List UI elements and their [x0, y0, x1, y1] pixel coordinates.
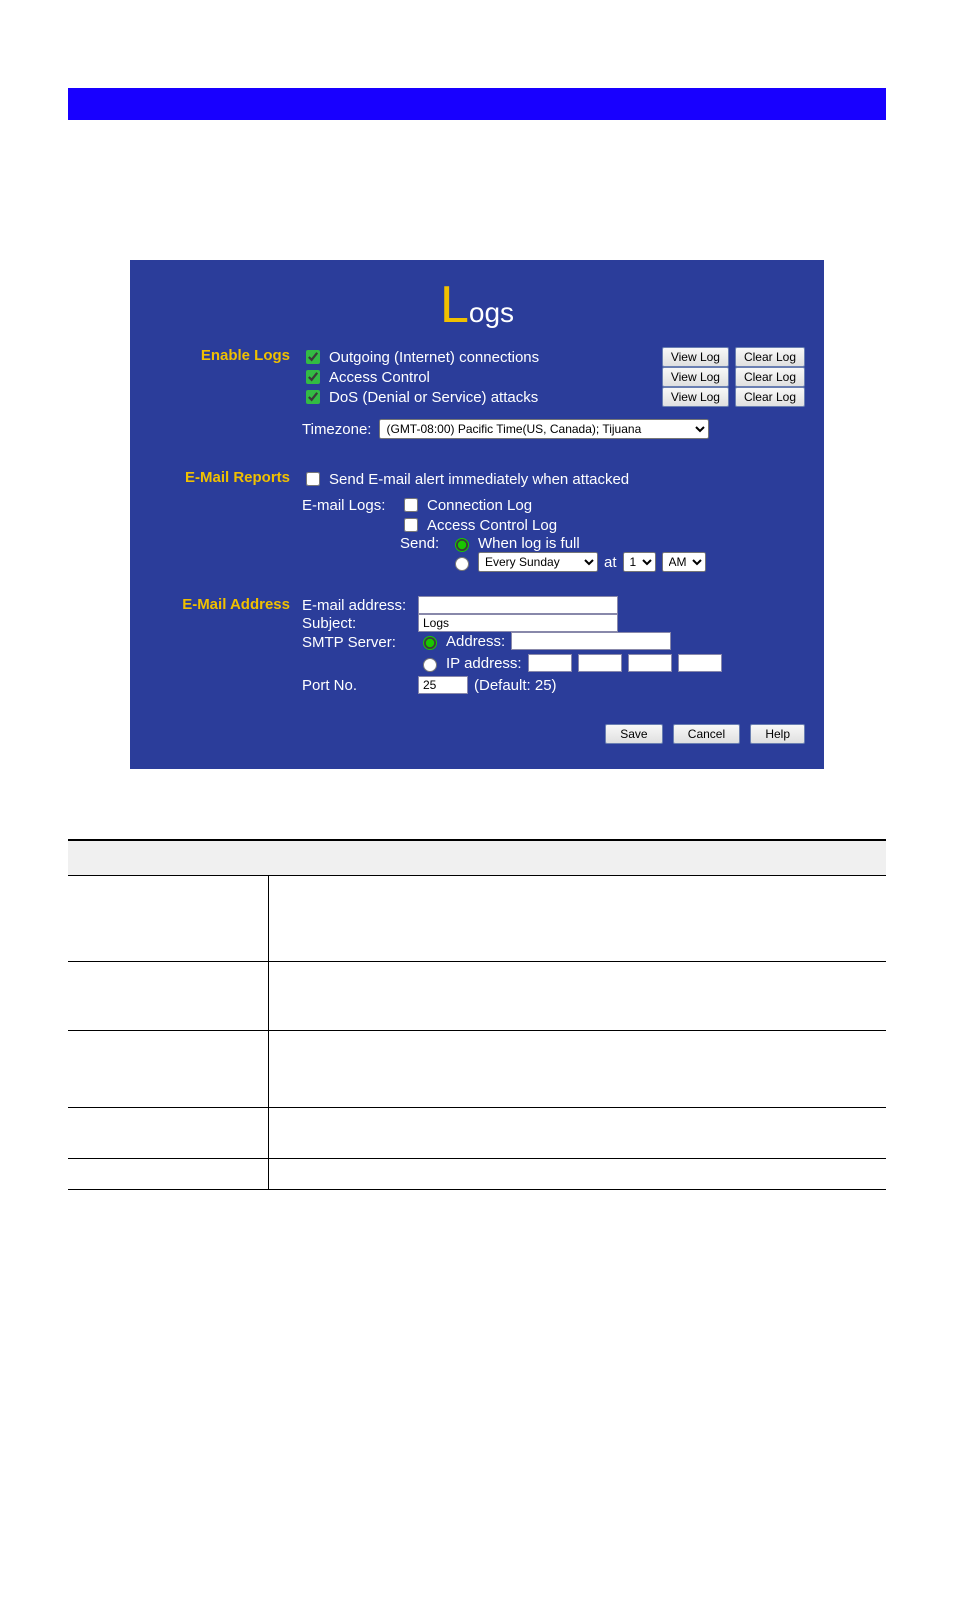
send-label: Send:: [400, 535, 444, 552]
table-row: [68, 1108, 886, 1159]
schedule-row: Every Sunday at 1 AM: [450, 552, 805, 572]
smtp-row: SMTP Server: Address: IP address:: [302, 632, 805, 672]
conn-log-label: Connection Log: [427, 497, 532, 514]
table-cell-left: [68, 1031, 269, 1108]
log-row-dos: DoS (Denial or Service) attacks View Log…: [302, 387, 805, 407]
smtp-ip-label: IP address:: [446, 655, 522, 672]
email-logs-label: E-mail Logs:: [302, 497, 394, 514]
alert-row: Send E-mail alert immediately when attac…: [302, 469, 805, 489]
dos-viewlog-button[interactable]: View Log: [662, 387, 729, 407]
cancel-button[interactable]: Cancel: [673, 724, 740, 744]
email-logs-row: E-mail Logs: Connection Log: [302, 495, 805, 515]
access-log-row: Access Control Log: [400, 515, 805, 535]
log-row-outgoing: Outgoing (Internet) connections View Log…: [302, 347, 805, 367]
timezone-label: Timezone:: [302, 421, 371, 438]
ip-octet-3[interactable]: [628, 654, 672, 672]
access-clearlog-button[interactable]: Clear Log: [735, 367, 805, 387]
dos-checkbox[interactable]: [306, 390, 320, 404]
help-button[interactable]: Help: [750, 724, 805, 744]
dos-clearlog-button[interactable]: Clear Log: [735, 387, 805, 407]
title-rest: ogs: [469, 297, 514, 328]
logs-panel: Logs Enable Logs Outgoing (Internet) con…: [130, 260, 824, 769]
email-field[interactable]: [418, 596, 618, 614]
email-addr-label: E-mail address:: [302, 597, 412, 614]
logs-config-panel-figure: Logs Enable Logs Outgoing (Internet) con…: [130, 260, 824, 769]
port-default-label: (Default: 25): [474, 677, 557, 694]
smtp-address-label: Address:: [446, 633, 505, 650]
title-big-letter: L: [440, 279, 469, 331]
subject-label: Subject:: [302, 615, 412, 632]
table-header: [68, 841, 886, 876]
email-addr-row: E-mail address:: [302, 596, 805, 614]
outgoing-viewlog-button[interactable]: View Log: [662, 347, 729, 367]
table-cell-right: [269, 1031, 887, 1108]
table-cell-left: [68, 1159, 269, 1190]
ip-octet-2[interactable]: [578, 654, 622, 672]
subject-row: Subject:: [302, 614, 805, 632]
schedule-hour-select[interactable]: 1: [623, 552, 656, 572]
top-header-bar: [68, 88, 886, 120]
layout-table: Enable Logs Outgoing (Internet) connecti…: [149, 345, 805, 696]
smtp-ip-radio[interactable]: [423, 658, 437, 672]
table-cell-right: [269, 1159, 887, 1190]
when-full-radio[interactable]: [455, 538, 469, 552]
access-viewlog-button[interactable]: View Log: [662, 367, 729, 387]
enable-logs-heading: Enable Logs: [149, 345, 302, 447]
schedule-ampm-select[interactable]: AM: [662, 552, 706, 572]
at-label: at: [604, 554, 617, 571]
outgoing-checkbox[interactable]: [306, 350, 320, 364]
data-table: [68, 839, 886, 1190]
save-button[interactable]: Save: [605, 724, 662, 744]
ip-octet-4[interactable]: [678, 654, 722, 672]
smtp-label: SMTP Server:: [302, 632, 412, 651]
page-title: Logs: [149, 279, 805, 331]
table-cell-right: [269, 962, 887, 1031]
log-row-access: Access Control View Log Clear Log: [302, 367, 805, 387]
smtp-address-radio[interactable]: [423, 636, 437, 650]
table-cell-left: [68, 1108, 269, 1159]
schedule-radio[interactable]: [455, 557, 469, 571]
access-log-checkbox[interactable]: [404, 518, 418, 532]
port-row: Port No. (Default: 25): [302, 676, 805, 694]
alert-label: Send E-mail alert immediately when attac…: [329, 471, 629, 488]
access-label: Access Control: [329, 369, 656, 386]
email-reports-heading: E-Mail Reports: [149, 467, 302, 574]
table-cell-right: [269, 1108, 887, 1159]
table-row: [68, 1031, 886, 1108]
table-cell-right: [269, 876, 887, 962]
table-cell-left: [68, 876, 269, 962]
port-field[interactable]: [418, 676, 468, 694]
conn-log-checkbox[interactable]: [404, 498, 418, 512]
table-row: [68, 1159, 886, 1190]
timezone-select[interactable]: (GMT-08:00) Pacific Time(US, Canada); Ti…: [379, 419, 709, 439]
dos-label: DoS (Denial or Service) attacks: [329, 389, 656, 406]
access-checkbox[interactable]: [306, 370, 320, 384]
when-full-label: When log is full: [478, 535, 580, 552]
send-row: Send: When log is full: [400, 535, 805, 552]
action-buttons: Save Cancel Help: [149, 724, 805, 744]
outgoing-clearlog-button[interactable]: Clear Log: [735, 347, 805, 367]
port-label: Port No.: [302, 677, 412, 694]
table-cell-left: [68, 962, 269, 1031]
smtp-address-field[interactable]: [511, 632, 671, 650]
subject-field[interactable]: [418, 614, 618, 632]
table-row: [68, 876, 886, 962]
ip-octet-1[interactable]: [528, 654, 572, 672]
alert-checkbox[interactable]: [306, 472, 320, 486]
access-log-label: Access Control Log: [427, 517, 557, 534]
table-row: [68, 962, 886, 1031]
timezone-row: Timezone: (GMT-08:00) Pacific Time(US, C…: [302, 419, 805, 439]
schedule-day-select[interactable]: Every Sunday: [478, 552, 598, 572]
outgoing-label: Outgoing (Internet) connections: [329, 349, 656, 366]
email-address-heading: E-Mail Address: [149, 594, 302, 696]
